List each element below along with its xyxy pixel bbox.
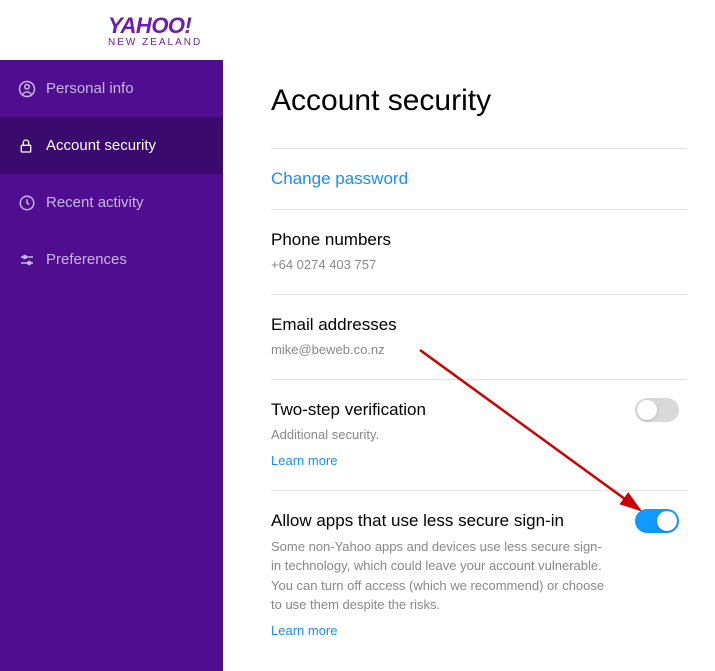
user-circle-icon [18, 80, 46, 98]
section-two-step-verification: Two-step verification Additional securit… [271, 379, 687, 489]
clock-icon [18, 194, 46, 212]
less-secure-learn-more-link[interactable]: Learn more [271, 623, 337, 638]
sidebar-item-account-security[interactable]: Account security [0, 117, 223, 174]
sidebar-item-label: Personal info [46, 80, 134, 97]
section-less-secure-apps: Allow apps that use less secure sign-in … [271, 490, 687, 660]
two-step-learn-more-link[interactable]: Learn more [271, 453, 337, 468]
two-step-sub: Additional security. [271, 426, 687, 444]
sidebar-item-label: Account security [46, 137, 156, 154]
brand-logo: YAHOO! NEW ZEALAND [108, 13, 202, 48]
sidebar: Personal info Account security Recent ac… [0, 60, 223, 671]
page-title: Account security [271, 84, 687, 118]
phone-numbers-heading: Phone numbers [271, 230, 687, 250]
lock-icon [18, 138, 46, 154]
sidebar-item-personal-info[interactable]: Personal info [0, 60, 223, 117]
section-change-password: Change password [271, 148, 687, 209]
two-step-heading: Two-step verification [271, 400, 687, 420]
sidebar-item-preferences[interactable]: Preferences [0, 231, 223, 288]
sliders-icon [18, 251, 46, 269]
section-phone-numbers[interactable]: Phone numbers +64 0274 403 757 [271, 209, 687, 294]
less-secure-description: Some non-Yahoo apps and devices use less… [271, 537, 611, 615]
section-email-addresses[interactable]: Email addresses mike@beweb.co.nz [271, 294, 687, 379]
less-secure-heading: Allow apps that use less secure sign-in [271, 511, 687, 531]
change-password-link[interactable]: Change password [271, 169, 408, 189]
sidebar-item-label: Preferences [46, 251, 127, 268]
email-address-value: mike@beweb.co.nz [271, 341, 687, 359]
email-addresses-heading: Email addresses [271, 315, 687, 335]
two-step-toggle[interactable] [635, 398, 679, 422]
sidebar-item-recent-activity[interactable]: Recent activity [0, 174, 223, 231]
sidebar-item-label: Recent activity [46, 194, 144, 211]
main-content: Account security Change password Phone n… [223, 60, 715, 671]
less-secure-toggle[interactable] [635, 509, 679, 533]
phone-number-value: +64 0274 403 757 [271, 256, 687, 274]
